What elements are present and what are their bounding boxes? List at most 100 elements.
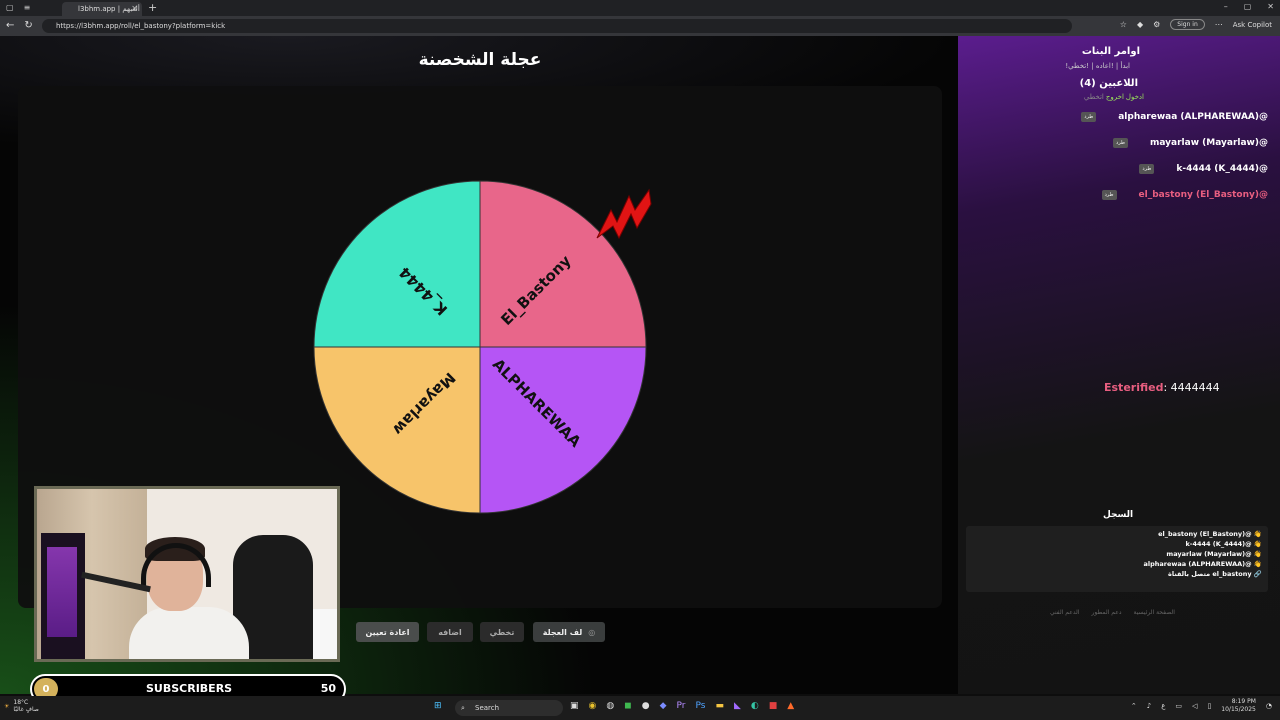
volume-icon[interactable]: ◁ bbox=[1192, 702, 1197, 710]
steam-icon[interactable]: ◍ bbox=[606, 701, 614, 711]
leave-link[interactable]: اخروج bbox=[1106, 93, 1124, 101]
nav-buttons: ← ↻ bbox=[6, 20, 33, 31]
notifications-icon[interactable]: ◔ bbox=[1266, 702, 1272, 710]
page-title: عجلة الشخصنة bbox=[418, 50, 542, 70]
battery-icon[interactable]: ▯ bbox=[1207, 702, 1211, 710]
player-row: طرد mayarlaw (Mayarlaw)@ bbox=[1113, 136, 1268, 150]
visual-studio-icon[interactable]: ◣ bbox=[734, 701, 741, 711]
chat-username: Esterified bbox=[1104, 381, 1164, 394]
tab-l3bhm[interactable]: l3bhm.app | ألعبهم ✕ bbox=[62, 2, 142, 16]
new-tab-button[interactable]: + bbox=[148, 1, 157, 14]
settings-icon[interactable]: ⚙ bbox=[1153, 20, 1160, 29]
url-input[interactable]: https://l3bhm.app/roll/el_bastony?platfo… bbox=[42, 19, 1072, 33]
back-icon[interactable]: ← bbox=[6, 20, 14, 31]
skip-button[interactable]: تخطي bbox=[480, 622, 524, 642]
task-view-icon[interactable]: ▣ bbox=[570, 701, 579, 711]
more-menu-icon[interactable]: ⋯ bbox=[1215, 20, 1223, 29]
weather-temp: 18°C bbox=[13, 699, 29, 706]
favorite-star-icon[interactable]: ☆ bbox=[1120, 20, 1127, 29]
log-item: k-4444 (K_4444)@ 👋 bbox=[1185, 540, 1262, 548]
players-title: اللاعبين (4) bbox=[1079, 78, 1138, 89]
chrome-icon[interactable]: ◉ bbox=[589, 701, 597, 711]
player-name: mayarlaw (Mayarlaw)@ bbox=[1150, 138, 1268, 148]
minimize-button[interactable]: – bbox=[1224, 2, 1228, 11]
browser-toolbar: ☆ ◆ ⚙ Sign in ⋯ Ask Copilot bbox=[1120, 19, 1272, 30]
windows-start-icon[interactable]: ⊞ bbox=[434, 701, 442, 711]
weather-widget[interactable]: ☀ 18°C صافٍ غالبًا bbox=[4, 699, 39, 713]
webcam-person-body bbox=[129, 607, 249, 659]
language-indicator[interactable]: ع bbox=[1161, 702, 1165, 710]
player-row: طرد alpharewaa (ALPHAREWAA)@ bbox=[1081, 110, 1268, 124]
premiere-icon[interactable]: Pr bbox=[677, 701, 686, 711]
photoshop-icon[interactable]: Ps bbox=[695, 701, 705, 711]
player-name: alpharewaa (ALPHAREWAA)@ bbox=[1118, 112, 1268, 122]
copilot-button[interactable]: Ask Copilot bbox=[1233, 21, 1272, 29]
player-row-current: طرد el_bastony (El_Bastony)@ bbox=[1101, 188, 1268, 202]
player-name: k-4444 (K_4444)@ bbox=[1176, 164, 1268, 174]
window-controls: – ▢ ✕ bbox=[1224, 2, 1274, 11]
extension-icon[interactable]: ◆ bbox=[1137, 20, 1143, 29]
network-icon[interactable]: ▭ bbox=[1175, 702, 1182, 710]
skip-link[interactable]: اتخطي bbox=[1084, 93, 1104, 101]
webcam-overlay bbox=[34, 486, 340, 662]
window-menu-icon[interactable]: ▢ bbox=[6, 3, 14, 12]
wheel-pointer-icon bbox=[596, 188, 652, 240]
tray-overflow-icon[interactable]: ⌃ bbox=[1131, 702, 1137, 710]
footer-link[interactable]: الدعم الفني bbox=[1050, 609, 1079, 616]
wheel-slice bbox=[313, 180, 481, 348]
search-icon: ⌕ bbox=[461, 704, 465, 712]
player-name: el_bastony (El_Bastony)@ bbox=[1138, 190, 1268, 200]
chat-message: Esterified: 4444444 bbox=[1104, 381, 1220, 394]
commands-list: !ابدأ | !اعاده | !تخطي bbox=[1065, 62, 1130, 70]
tab-actions: ▢ ≡ bbox=[6, 3, 30, 12]
search-label: Search bbox=[475, 704, 500, 712]
browser-tab-strip: ▢ ≡ l3bhm.app | ألعبهم ✕ + – ▢ ✕ bbox=[0, 0, 1280, 16]
player-row: طرد k-4444 (K_4444)@ bbox=[1139, 162, 1268, 176]
obs-icon[interactable]: ◼ bbox=[624, 701, 631, 711]
microphone-icon[interactable]: ♪ bbox=[1147, 702, 1151, 710]
kick-button[interactable]: طرد bbox=[1113, 138, 1128, 148]
brave-icon[interactable]: ▲ bbox=[787, 701, 794, 711]
footer-link[interactable]: دعم المطور bbox=[1091, 609, 1121, 616]
clock[interactable]: 8:19 PM 10/15/2025 bbox=[1221, 698, 1256, 714]
reload-icon[interactable]: ↻ bbox=[24, 20, 32, 31]
join-link[interactable]: ادخول bbox=[1126, 93, 1144, 101]
kick-button[interactable]: طرد bbox=[1081, 112, 1097, 122]
player-links: اتخطي اخروج ادخول bbox=[1084, 93, 1144, 101]
maximize-button[interactable]: ▢ bbox=[1244, 2, 1252, 11]
reset-button[interactable]: اعادة تعيين bbox=[356, 622, 419, 642]
github-icon[interactable]: ● bbox=[642, 701, 650, 711]
footer-links: الدعم الفني دعم المطور الصفحة الرئيسية bbox=[1050, 609, 1175, 616]
log-item: el_bastony (El_Bastony)@ 👋 bbox=[1158, 530, 1262, 538]
weather-desc: صافٍ غالبًا bbox=[13, 706, 39, 713]
taskbar-search[interactable]: ⌕ Search bbox=[455, 700, 563, 716]
kick-button[interactable]: طرد bbox=[1139, 164, 1155, 174]
taskbar-apps: ▣ ◉ ◍ ◼ ● ◆ Pr Ps ▬ ◣ ◐ ■ ▲ bbox=[570, 701, 794, 711]
address-bar-row: ← ↻ https://l3bhm.app/roll/el_bastony?pl… bbox=[0, 16, 1280, 36]
webcam-pc-glow bbox=[47, 547, 77, 637]
log-item: متصل بالقناة el_bastony 🔗 bbox=[1168, 570, 1262, 578]
start-area: ⊞ bbox=[434, 701, 442, 711]
subs-label: SUBSCRIBERS bbox=[146, 682, 233, 695]
sign-in-button[interactable]: Sign in bbox=[1170, 19, 1205, 30]
sidebar: اوامر البنات !ابدأ | !اعاده | !تخطي اللا… bbox=[958, 36, 1280, 694]
taskbar: ☀ 18°C صافٍ غالبًا ⊞ ⌕ Search ▣ ◉ ◍ ◼ ● … bbox=[0, 696, 1280, 720]
commands-title: اوامر البنات bbox=[1081, 46, 1140, 57]
file-explorer-icon[interactable]: ▬ bbox=[715, 701, 724, 711]
tab-close-icon[interactable]: ✕ bbox=[131, 4, 138, 13]
edge-icon[interactable]: ◐ bbox=[751, 701, 759, 711]
footer-link[interactable]: الصفحة الرئيسية bbox=[1134, 609, 1175, 616]
add-button[interactable]: اضافه bbox=[427, 622, 473, 642]
tab-search-icon[interactable]: ≡ bbox=[24, 3, 31, 12]
system-tray: ⌃ ♪ ع ▭ ◁ ▯ 8:19 PM 10/15/2025 ◔ bbox=[1131, 698, 1272, 714]
log-panel: el_bastony (El_Bastony)@ 👋 k-4444 (K_444… bbox=[966, 526, 1268, 592]
clock-date: 10/15/2025 bbox=[1221, 706, 1256, 713]
log-title: السجل bbox=[1103, 510, 1134, 520]
app-red-icon[interactable]: ■ bbox=[769, 701, 778, 711]
kick-button[interactable]: طرد bbox=[1101, 190, 1117, 200]
discord-icon[interactable]: ◆ bbox=[660, 701, 667, 711]
log-item: alpharewaa (ALPHAREWAA)@ 👋 bbox=[1143, 560, 1262, 568]
spin-wheel-button[interactable]: لف العجلة ◎ bbox=[533, 622, 605, 642]
close-window-button[interactable]: ✕ bbox=[1267, 2, 1274, 11]
spin-button-label: لف العجلة bbox=[542, 627, 583, 637]
